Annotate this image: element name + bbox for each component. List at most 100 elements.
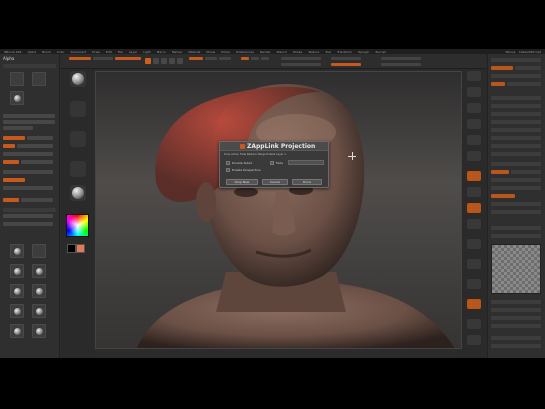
menu-item-marker[interactable]: Marker (172, 50, 182, 54)
enable-perspective-option[interactable]: Enable Perspective (226, 168, 261, 172)
menu-item-zscript[interactable]: Zscript (375, 50, 385, 54)
tray-button[interactable] (17, 144, 53, 148)
rgb-intensity-slider[interactable] (331, 57, 361, 60)
tool-slider[interactable] (491, 74, 541, 78)
draw-icon[interactable] (153, 58, 159, 64)
subtool-item[interactable] (491, 112, 541, 116)
tool-thumbnail[interactable] (10, 324, 24, 338)
tool-thumbnail[interactable] (32, 284, 46, 298)
tray-slider[interactable] (3, 214, 53, 218)
tool-button[interactable] (507, 82, 541, 86)
double-sided-option[interactable]: Double Sided (226, 161, 252, 165)
tool-slider[interactable] (491, 308, 541, 312)
menu-item-render[interactable]: Render (260, 50, 271, 54)
tool-thumbnail[interactable] (32, 264, 46, 278)
cancel-button[interactable]: Cancel (262, 179, 288, 185)
move-button[interactable] (467, 319, 481, 329)
tool-slider[interactable] (491, 324, 541, 328)
tool-slider[interactable] (491, 316, 541, 320)
tool-slider[interactable] (491, 336, 541, 340)
menu-item-edit[interactable]: Edit (106, 50, 112, 54)
menu-item-movie[interactable]: Movie (206, 50, 215, 54)
xyz-button[interactable] (467, 239, 481, 249)
bpr-button[interactable] (467, 71, 481, 81)
menu-item-app[interactable]: ZBrush 4R2 (4, 50, 22, 54)
fade-option[interactable]: Fade (270, 161, 283, 165)
fade-field[interactable] (288, 160, 324, 165)
subtool-item[interactable] (491, 152, 541, 156)
edit-icon[interactable] (145, 58, 151, 64)
subtool-item[interactable] (491, 144, 541, 148)
document-canvas[interactable]: ZAppLink Projection Drop Action Fade Res… (95, 71, 462, 349)
spix-button[interactable] (467, 87, 481, 97)
tray-slider[interactable] (3, 170, 53, 174)
rotate-icon[interactable] (177, 58, 183, 64)
drop-now-button[interactable]: Drop Now (226, 179, 258, 185)
enable-perspective-checkbox[interactable] (226, 168, 230, 172)
tool-thumbnail[interactable] (32, 244, 46, 258)
lightbox-button[interactable] (93, 57, 113, 60)
menu-item-file[interactable]: File (118, 50, 123, 54)
scale-icon[interactable] (169, 58, 175, 64)
subtool-item[interactable] (491, 136, 541, 140)
tray-button[interactable] (21, 160, 53, 164)
subtool-item[interactable] (491, 128, 541, 132)
z-button[interactable] (467, 279, 481, 289)
actual-button[interactable] (467, 135, 481, 145)
tray-button[interactable] (21, 198, 53, 202)
draw-size-slider[interactable] (281, 63, 321, 66)
menu-item-stencil[interactable]: Stencil (277, 50, 287, 54)
subtool-item[interactable] (491, 104, 541, 108)
menu-item-material[interactable]: Material (188, 50, 200, 54)
menu-item-brush[interactable]: Brush (42, 50, 51, 54)
tray-toggle-button[interactable] (3, 198, 19, 202)
color-picker-icon[interactable] (66, 214, 89, 237)
menu-item-zplugin[interactable]: Zplugin (358, 50, 369, 54)
tool-button[interactable] (511, 170, 541, 174)
default-zscript-button[interactable]: DefaultZScript (519, 50, 541, 54)
zsub-button[interactable] (251, 57, 259, 60)
tool-thumbnail[interactable] (10, 284, 24, 298)
tray-slider[interactable] (3, 114, 55, 118)
tray-header[interactable] (491, 58, 541, 62)
menu-item-transform[interactable]: Transform (337, 50, 352, 54)
secondary-color-swatch[interactable] (67, 244, 76, 253)
tray-toggle-button[interactable] (3, 144, 15, 148)
frame-button[interactable] (467, 299, 481, 309)
menu-item-macro[interactable]: Macro (157, 50, 166, 54)
tray-toggle-button[interactable] (3, 136, 25, 140)
alpha-thumbnail[interactable] (10, 91, 24, 105)
menu-item-texture[interactable]: Texture (308, 50, 319, 54)
menu-item-tool[interactable]: Tool (325, 50, 331, 54)
tray-slider[interactable] (3, 126, 33, 130)
tray-slider[interactable] (3, 120, 55, 124)
zcut-button[interactable] (261, 57, 269, 60)
rgb-button[interactable] (205, 57, 217, 60)
local-button[interactable] (467, 203, 481, 213)
tool-slider[interactable] (491, 178, 541, 182)
menu-item-layer[interactable]: Layer (129, 50, 137, 54)
tool-thumbnail[interactable] (32, 304, 46, 318)
tool-slider[interactable] (491, 226, 541, 230)
menus-toggle[interactable]: Menus (505, 50, 515, 54)
move-icon[interactable] (161, 58, 167, 64)
z-intensity-slider[interactable] (331, 63, 361, 66)
menu-item-document[interactable]: Document (71, 50, 87, 54)
alpha-thumbnail[interactable] (10, 72, 24, 86)
tray-slider[interactable] (3, 186, 53, 190)
dialog-title-bar[interactable]: ZAppLink Projection (220, 142, 328, 151)
menu-item-light[interactable]: Light (143, 50, 151, 54)
tool-thumbnail[interactable] (32, 324, 46, 338)
floor-button[interactable] (467, 187, 481, 197)
tray-button[interactable] (27, 136, 53, 140)
lsym-button[interactable] (467, 219, 481, 229)
y-button[interactable] (467, 259, 481, 269)
brush-selector[interactable] (70, 71, 86, 87)
subtool-item[interactable] (491, 96, 541, 100)
done-button[interactable]: Done (292, 179, 322, 185)
menu-item-preferences[interactable]: Preferences (236, 50, 254, 54)
alpha-thumbnail[interactable] (32, 72, 46, 86)
tray-slider[interactable] (3, 152, 53, 156)
tray-section-header[interactable] (3, 208, 56, 212)
tool-slider[interactable] (491, 186, 541, 190)
